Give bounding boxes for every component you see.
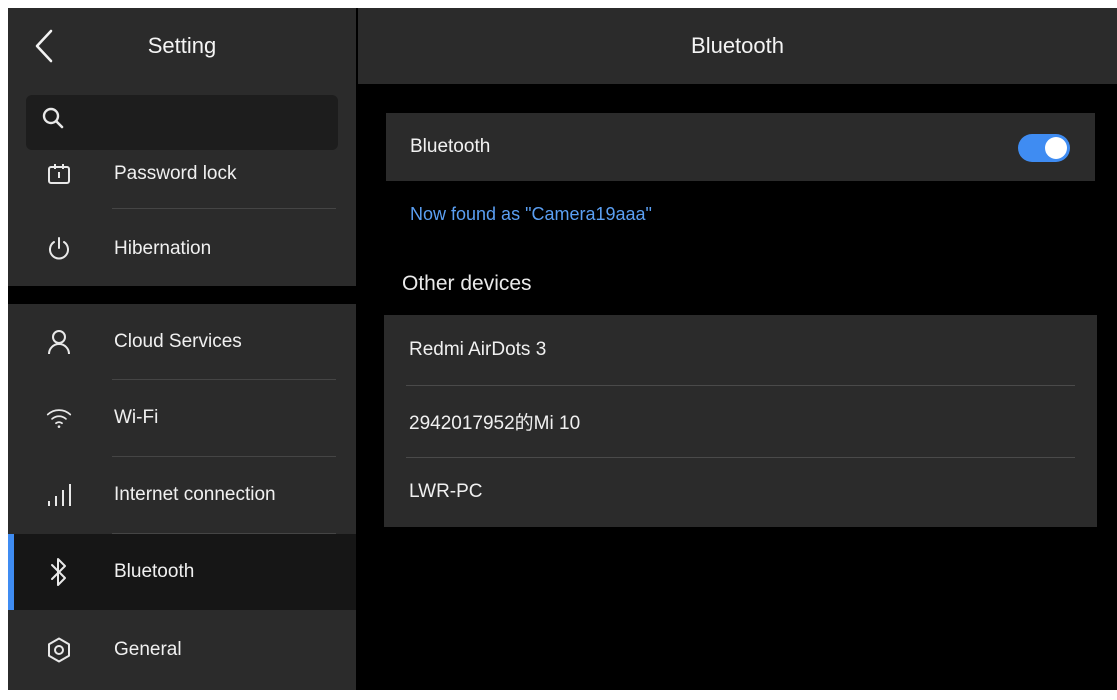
page-title: Bluetooth <box>358 8 1117 84</box>
signal-icon <box>46 482 72 508</box>
sidebar-item-label: Password lock <box>114 162 237 184</box>
device-name: LWR-PC <box>409 481 483 502</box>
password-lock-icon <box>46 161 72 187</box>
bluetooth-toggle-label: Bluetooth <box>410 136 491 157</box>
user-icon <box>46 329 72 355</box>
bluetooth-toggle[interactable] <box>1018 134 1070 162</box>
sidebar-item-label: Internet connection <box>114 484 276 505</box>
device-item[interactable]: 2942017952的Mi 10 <box>384 386 1097 456</box>
active-indicator <box>8 534 14 610</box>
power-icon <box>46 236 72 262</box>
sidebar-item-cloud-services[interactable]: Cloud Services <box>8 304 356 380</box>
bluetooth-icon <box>46 558 72 586</box>
sidebar-item-hibernation[interactable]: Hibernation <box>8 211 356 286</box>
device-item[interactable]: Redmi AirDots 3 <box>384 315 1097 385</box>
sidebar: Setting Password lock Hibernation Cloud … <box>8 8 356 690</box>
sidebar-header: Setting <box>8 8 356 84</box>
sidebar-item-bluetooth[interactable]: Bluetooth <box>8 534 356 610</box>
sidebar-item-label: Hibernation <box>114 237 212 259</box>
sidebar-item-label: Wi-Fi <box>114 407 159 428</box>
search-input[interactable] <box>26 95 338 150</box>
gear-icon <box>46 637 72 663</box>
sidebar-group-connectivity: Cloud Services Wi-Fi Internet connection… <box>8 304 356 690</box>
settings-window: Setting Password lock Hibernation Cloud … <box>8 8 1117 690</box>
sidebar-item-wifi[interactable]: Wi-Fi <box>8 380 356 456</box>
device-item[interactable]: LWR-PC <box>384 457 1097 527</box>
device-name: 2942017952的Mi 10 <box>409 412 581 434</box>
bluetooth-toggle-row: Bluetooth <box>386 113 1095 181</box>
sidebar-item-label: Cloud Services <box>114 331 242 352</box>
other-devices-heading: Other devices <box>402 272 532 295</box>
toggle-knob <box>1045 137 1067 159</box>
divider <box>112 208 336 209</box>
search-icon <box>42 107 64 129</box>
sidebar-item-label: General <box>114 639 182 660</box>
sidebar-item-general[interactable]: General <box>8 610 356 690</box>
chevron-left-icon <box>35 29 53 63</box>
device-name: Redmi AirDots 3 <box>409 339 547 360</box>
wifi-icon <box>46 405 72 431</box>
sidebar-item-internet-connection[interactable]: Internet connection <box>8 457 356 533</box>
discoverable-name-text: Now found as "Camera19aaa" <box>410 204 652 224</box>
back-button[interactable] <box>26 26 62 66</box>
sidebar-item-label: Bluetooth <box>114 561 195 582</box>
device-list: Redmi AirDots 3 2942017952的Mi 10 LWR-PC <box>384 315 1097 527</box>
